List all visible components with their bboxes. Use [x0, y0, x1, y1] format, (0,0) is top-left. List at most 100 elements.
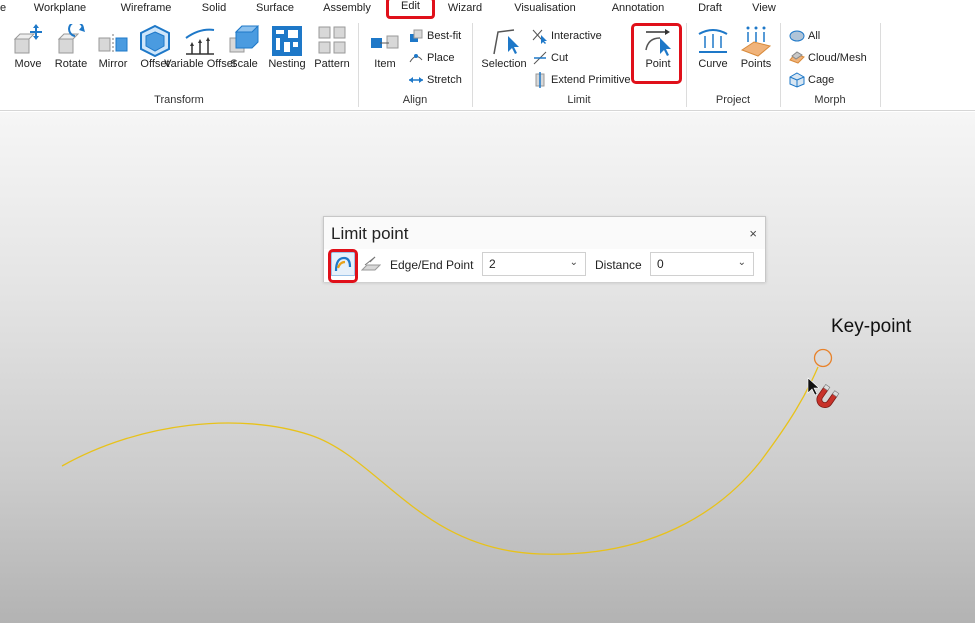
3d-viewport[interactable] — [0, 112, 975, 623]
dialog-options-row: Edge/End Point 2 ⌄ Distance 0 ⌄ — [324, 249, 765, 283]
variable-offset-icon — [184, 24, 216, 58]
magnet-snap-icon — [816, 383, 840, 408]
transform-group-title: Transform — [154, 94, 204, 106]
menu-annotation[interactable]: Annotation — [606, 0, 670, 19]
limit-group-title: Limit — [567, 94, 591, 106]
align-item-label: Item — [374, 58, 396, 70]
extend-primitive-button[interactable]: Extend Primitive — [532, 70, 630, 90]
menu-assembly[interactable]: Assembly — [321, 0, 373, 19]
edge-end-point-label: Edge/End Point — [390, 258, 474, 272]
mirror-label: Mirror — [98, 58, 128, 70]
scale-button[interactable]: Scale — [228, 24, 260, 71]
morph-all-button[interactable]: All — [789, 26, 820, 46]
morph-group-title: Morph — [814, 94, 846, 106]
project-group-title: Project — [715, 94, 751, 106]
pattern-button[interactable]: Pattern — [312, 24, 352, 71]
project-points-icon — [740, 24, 772, 58]
distance-label: Distance — [595, 258, 642, 272]
nesting-button[interactable]: Nesting — [266, 24, 308, 71]
best-fit-button[interactable]: Best-fit — [408, 26, 461, 46]
place-icon — [408, 50, 424, 66]
edge-end-point-icon — [360, 254, 382, 274]
project-curve-button[interactable]: Curve — [693, 24, 733, 71]
limit-selection-button[interactable]: Selection — [478, 24, 530, 71]
scale-icon — [228, 24, 260, 58]
variable-offset-label: Variable Offset — [164, 58, 236, 70]
close-button[interactable]: × — [749, 226, 757, 241]
best-fit-icon — [408, 28, 424, 44]
chevron-down-icon: ⌄ — [569, 257, 578, 268]
ribbon: Move Rotate Mirror Offset Variable Offse… — [0, 19, 975, 111]
edge-end-point-select[interactable]: 2 ⌄ — [482, 252, 586, 276]
morph-all-label: All — [808, 30, 821, 42]
project-points-button[interactable]: Points — [736, 24, 776, 71]
move-label: Move — [14, 58, 42, 70]
pattern-icon — [316, 24, 348, 58]
rotate-label: Rotate — [54, 58, 88, 70]
mouse-cursor-icon — [807, 377, 820, 396]
distance-select[interactable]: 0 ⌄ — [650, 252, 754, 276]
nesting-label: Nesting — [268, 58, 306, 70]
scale-label: Scale — [230, 58, 258, 70]
stretch-label: Stretch — [427, 74, 462, 86]
menu-wireframe[interactable]: Wireframe — [117, 0, 175, 19]
menu-draft[interactable]: Draft — [695, 0, 725, 19]
cage-button[interactable]: Cage — [789, 70, 834, 90]
mirror-icon — [97, 24, 129, 58]
limit-point-dialog: Limit point × Edge/End Point 2 ⌄ Distanc… — [323, 216, 766, 283]
extend-primitive-icon — [532, 72, 548, 88]
move-icon — [12, 24, 44, 58]
place-label: Place — [427, 52, 455, 64]
menu-visualisation[interactable]: Visualisation — [510, 0, 580, 19]
project-curve-label: Curve — [698, 58, 728, 70]
key-point-marker[interactable] — [813, 348, 833, 368]
menu-solid[interactable]: Solid — [199, 0, 229, 19]
stretch-button[interactable]: Stretch — [408, 70, 462, 90]
cut-button[interactable]: Cut — [532, 48, 568, 68]
project-points-label: Points — [740, 58, 772, 70]
menu-wizard[interactable]: Wizard — [445, 0, 485, 19]
group-separator — [880, 23, 881, 107]
distance-value: 0 — [657, 257, 664, 271]
place-button[interactable]: Place — [408, 48, 455, 68]
best-fit-label: Best-fit — [427, 30, 462, 42]
menu-edit[interactable]: Edit — [386, 0, 435, 19]
offset-icon — [139, 24, 171, 58]
project-curve-icon — [697, 24, 729, 58]
key-point-label: Key-point — [831, 316, 912, 337]
nesting-icon — [271, 24, 303, 58]
cage-icon — [789, 72, 805, 88]
cloud-mesh-label: Cloud/Mesh — [808, 52, 867, 64]
mirror-button[interactable]: Mirror — [95, 24, 131, 71]
edge-end-point-value: 2 — [489, 257, 496, 271]
menu-surface[interactable]: Surface — [253, 0, 297, 19]
menu-workplane[interactable]: Workplane — [30, 0, 90, 19]
chevron-down-icon: ⌄ — [737, 257, 746, 268]
curve-canvas — [61, 348, 840, 555]
pattern-label: Pattern — [314, 58, 350, 70]
limit-mode-highlight — [328, 249, 358, 283]
cloud-mesh-button[interactable]: Cloud/Mesh — [789, 48, 867, 68]
menu-view[interactable]: View — [750, 0, 778, 19]
interactive-label: Interactive — [551, 30, 602, 42]
interactive-icon — [532, 28, 548, 44]
rotate-icon — [55, 21, 87, 58]
interactive-button[interactable]: Interactive — [532, 26, 602, 46]
spline-curve[interactable] — [61, 366, 819, 555]
morph-all-icon — [789, 28, 805, 44]
align-item-button[interactable]: Item — [366, 24, 404, 71]
variable-offset-button[interactable]: Variable Offset — [164, 24, 236, 70]
align-item-icon — [369, 24, 401, 58]
extend-primitive-label: Extend Primitive — [551, 74, 631, 86]
dialog-title: Limit point — [331, 224, 409, 243]
cloud-mesh-icon — [789, 50, 805, 66]
cut-label: Cut — [551, 52, 569, 64]
cut-icon — [532, 50, 548, 66]
limit-selection-icon — [488, 24, 520, 58]
menu-bar: e Workplane Wireframe Solid Surface Asse… — [0, 0, 975, 19]
menu-home[interactable]: e — [0, 0, 8, 19]
move-button[interactable]: Move — [10, 24, 46, 71]
cage-label: Cage — [808, 74, 835, 86]
rotate-button[interactable]: Rotate — [52, 21, 90, 71]
limit-selection-label: Selection — [481, 58, 527, 70]
